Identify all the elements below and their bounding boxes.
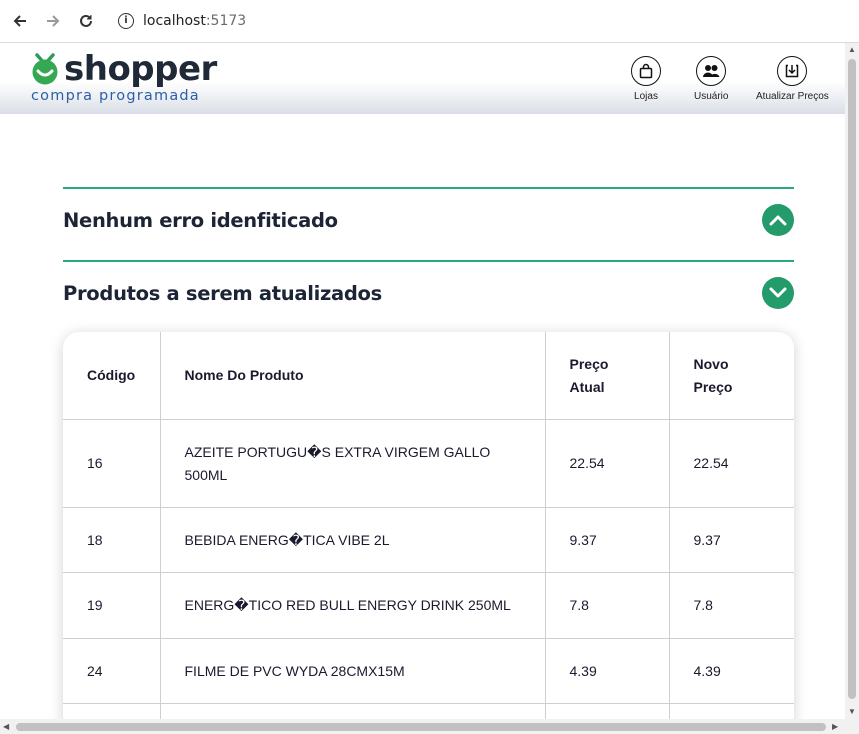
logo-tagline: compra programada <box>31 88 200 104</box>
scroll-down-arrow-icon[interactable]: ▼ <box>848 707 856 716</box>
products-table: Código Nome Do Produto Preço Atual Novo Pr… <box>63 332 794 732</box>
chevron-up-icon <box>769 215 787 226</box>
scroll-up-arrow-icon[interactable]: ▲ <box>848 45 856 54</box>
update-prices-button[interactable]: Atualizar Preços <box>756 56 829 102</box>
app-header: shopper compra programada Lojas Usuário … <box>0 43 845 114</box>
products-table-card: Código Nome Do Produto Preço Atual Novo Pr… <box>63 332 794 732</box>
browser-toolbar: i localhost:5173 <box>0 0 859 43</box>
logo-wordmark[interactable]: shopper <box>64 49 217 89</box>
header-code: Código <box>63 332 161 420</box>
cell-price: 22.54 <box>545 419 670 508</box>
horizontal-scrollbar[interactable]: ◀ ▶ <box>0 719 859 734</box>
reload-icon[interactable] <box>75 10 97 32</box>
cell-code: 19 <box>63 572 161 639</box>
cell-new-price: 7.8 <box>669 572 794 639</box>
cell-name: ENERG�TICO RED BULL ENERGY DRINK 250ML <box>160 572 546 639</box>
vertical-scroll-thumb[interactable] <box>848 59 856 699</box>
cell-name: AZEITE PORTUGU�S EXTRA VIRGEM GALLO 500M… <box>160 419 546 508</box>
products-section: Produtos a serem atualizados <box>63 260 794 332</box>
site-info-icon[interactable]: i <box>118 12 134 29</box>
cell-code: 16 <box>63 419 161 508</box>
shopper-logo-icon <box>28 51 62 90</box>
chevron-down-icon <box>769 287 787 298</box>
table-header-row: Código Nome Do Produto Preço Atual Novo Pr… <box>63 332 794 420</box>
forward-icon[interactable] <box>42 10 64 32</box>
cell-price: 7.8 <box>545 572 670 639</box>
stores-button[interactable]: Lojas <box>631 56 661 102</box>
header-name: Nome Do Produto <box>160 332 546 420</box>
cell-price: 9.37 <box>545 507 670 573</box>
cell-code: 18 <box>63 507 161 573</box>
scroll-left-arrow-icon[interactable]: ◀ <box>3 722 9 731</box>
user-button[interactable]: Usuário <box>694 56 728 102</box>
cell-new-price: 9.37 <box>669 507 794 573</box>
shopping-bag-icon <box>631 56 661 86</box>
cell-new-price: 4.39 <box>669 638 794 704</box>
stores-label: Lojas <box>634 91 658 102</box>
cell-name: FILME DE PVC WYDA 28CMX15M <box>160 638 546 704</box>
horizontal-scroll-thumb[interactable] <box>16 723 826 731</box>
table-row: 24 FILME DE PVC WYDA 28CMX15M 4.39 4.39 <box>63 638 794 704</box>
header-current-price: Preço Atual <box>545 332 670 420</box>
cell-code: 24 <box>63 638 161 704</box>
update-prices-label: Atualizar Preços <box>756 91 829 102</box>
products-title: Produtos a serem atualizados <box>63 282 382 305</box>
url-text: localhost:5173 <box>143 12 247 29</box>
errors-section: Nenhum erro idenfiticado <box>63 187 794 261</box>
users-icon <box>696 56 727 86</box>
table-row: 19 ENERG�TICO RED BULL ENERGY DRINK 250M… <box>63 572 794 639</box>
user-label: Usuário <box>694 91 729 102</box>
table-row: 16 AZEITE PORTUGU�S EXTRA VIRGEM GALLO 5… <box>63 419 794 508</box>
table-row: 18 BEBIDA ENERG�TICA VIBE 2L 9.37 9.37 <box>63 507 794 573</box>
products-expand-button[interactable] <box>762 277 794 309</box>
errors-collapse-button[interactable] <box>762 204 794 236</box>
scroll-right-arrow-icon[interactable]: ▶ <box>832 722 838 731</box>
cell-name: BEBIDA ENERG�TICA VIBE 2L <box>160 507 546 573</box>
address-bar[interactable]: i localhost:5173 <box>106 5 851 36</box>
errors-title: Nenhum erro idenfiticado <box>63 209 338 232</box>
vertical-scrollbar[interactable]: ▲ ▼ <box>845 43 859 719</box>
header-new-price: Novo Preço <box>669 332 794 420</box>
back-icon[interactable] <box>9 10 31 32</box>
cell-price: 4.39 <box>545 638 670 704</box>
cell-new-price: 22.54 <box>669 419 794 508</box>
download-icon <box>777 56 808 86</box>
